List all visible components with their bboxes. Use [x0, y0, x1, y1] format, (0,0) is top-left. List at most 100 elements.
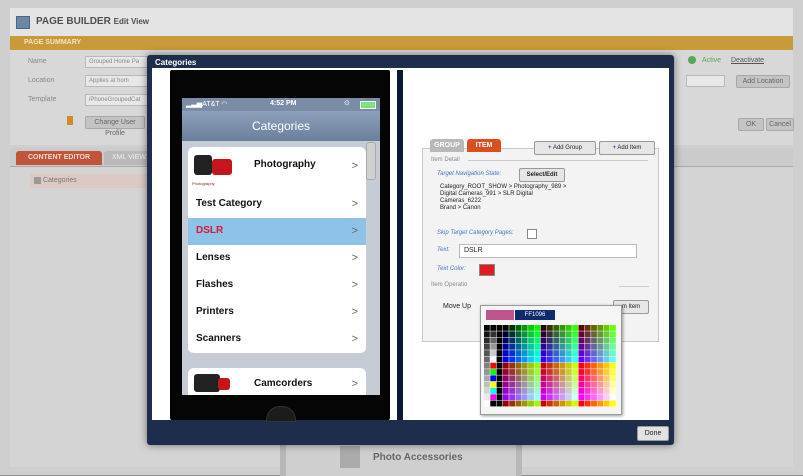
color-swatch-cell[interactable] — [502, 337, 509, 344]
ok-button[interactable]: OK — [738, 118, 764, 131]
color-swatch-cell[interactable] — [534, 356, 541, 363]
color-swatch-cell[interactable] — [547, 369, 553, 375]
color-swatch-cell[interactable] — [547, 337, 553, 344]
color-swatch-cell[interactable] — [540, 362, 547, 369]
color-swatch-cell[interactable] — [591, 362, 597, 369]
color-swatch-cell[interactable] — [509, 369, 515, 375]
color-swatch-cell[interactable] — [484, 400, 490, 407]
color-swatch-cell[interactable] — [509, 325, 515, 331]
color-swatch-cell[interactable] — [597, 369, 604, 375]
color-swatch-cell[interactable] — [553, 362, 560, 369]
location-extra-field[interactable] — [686, 75, 725, 87]
list-item-scanners[interactable]: Scanners > — [188, 326, 366, 354]
color-swatch-cell[interactable] — [603, 369, 610, 375]
color-swatch-cell[interactable] — [559, 394, 566, 401]
color-swatch-cell[interactable] — [603, 356, 610, 363]
color-swatch-cell[interactable] — [572, 369, 578, 375]
color-swatch-cell[interactable] — [591, 394, 597, 401]
color-swatch-cell[interactable] — [521, 356, 528, 363]
color-swatch-cell[interactable] — [484, 369, 490, 375]
color-swatch-cell[interactable] — [540, 388, 547, 394]
color-swatch-cell[interactable] — [572, 381, 578, 388]
color-swatch-cell[interactable] — [484, 337, 490, 344]
color-swatch-cell[interactable] — [578, 369, 585, 375]
color-swatch-cell[interactable] — [540, 400, 547, 407]
color-swatch-cell[interactable] — [509, 337, 515, 344]
color-swatch-cell[interactable] — [572, 388, 578, 394]
color-swatch-cell[interactable] — [484, 343, 490, 350]
list-item-test-category[interactable]: Test Category > — [188, 191, 366, 219]
color-swatch-cell[interactable] — [547, 381, 553, 388]
color-swatch-cell[interactable] — [534, 343, 541, 350]
color-swatch-cell[interactable] — [521, 350, 528, 356]
color-swatch-cell[interactable] — [578, 394, 585, 401]
name-field[interactable]: Grouped Home Pa — [85, 56, 152, 68]
color-swatch-cell[interactable] — [509, 375, 515, 382]
color-swatch-cell[interactable] — [553, 381, 560, 388]
color-swatch-cell[interactable] — [572, 337, 578, 344]
color-swatch-cell[interactable] — [540, 356, 547, 363]
color-swatch-cell[interactable] — [534, 362, 541, 369]
color-swatch-cell[interactable] — [603, 350, 610, 356]
list-item-printers[interactable]: Printers > — [188, 299, 366, 327]
color-swatch-cell[interactable] — [502, 369, 509, 375]
color-swatch-cell[interactable] — [534, 381, 541, 388]
color-swatch-cell[interactable] — [496, 325, 503, 331]
color-swatch-cell[interactable] — [578, 388, 585, 394]
color-swatch-cell[interactable] — [484, 394, 490, 401]
color-swatch-cell[interactable] — [534, 369, 541, 375]
color-swatch-cell[interactable] — [496, 394, 503, 401]
color-swatch-cell[interactable] — [528, 394, 534, 401]
color-swatch-cell[interactable] — [597, 343, 604, 350]
color-swatch-cell[interactable] — [502, 343, 509, 350]
color-swatch-cell[interactable] — [597, 375, 604, 382]
color-swatch-cell[interactable] — [584, 362, 591, 369]
color-swatch-cell[interactable] — [565, 375, 572, 382]
color-swatch-cell[interactable] — [484, 375, 490, 382]
color-swatch-cell[interactable] — [553, 394, 560, 401]
color-swatch-cell[interactable] — [610, 331, 616, 338]
color-swatch-cell[interactable] — [502, 400, 509, 407]
color-swatch-cell[interactable] — [490, 325, 497, 331]
color-swatch-cell[interactable] — [591, 325, 597, 331]
deactivate-link[interactable]: Deactivate — [731, 57, 764, 64]
color-swatch-cell[interactable] — [484, 388, 490, 394]
color-swatch-cell[interactable] — [572, 331, 578, 338]
color-swatch-cell[interactable] — [509, 381, 515, 388]
color-swatch-cell[interactable] — [502, 388, 509, 394]
color-swatch-cell[interactable] — [490, 331, 497, 338]
change-user-profile-button[interactable]: Change User Profile — [85, 116, 145, 137]
list-item-dslr[interactable]: DSLR > — [188, 218, 366, 246]
color-swatch-cell[interactable] — [490, 350, 497, 356]
color-swatch-cell[interactable] — [565, 343, 572, 350]
color-swatch-cell[interactable] — [547, 356, 553, 363]
move-up-button[interactable]: Move Up — [443, 303, 471, 310]
color-swatch-cell[interactable] — [540, 325, 547, 331]
color-swatch-cell[interactable] — [490, 388, 497, 394]
color-swatch-cell[interactable] — [509, 388, 515, 394]
color-swatch-cell[interactable] — [603, 394, 610, 401]
list-item-flashes[interactable]: Flashes > — [188, 272, 366, 300]
color-swatch-cell[interactable] — [540, 343, 547, 350]
color-swatch-cell[interactable] — [484, 331, 490, 338]
color-swatch-cell[interactable] — [584, 337, 591, 344]
color-swatch-cell[interactable] — [610, 350, 616, 356]
color-swatch-cell[interactable] — [521, 400, 528, 407]
color-swatch-cell[interactable] — [502, 394, 509, 401]
color-swatch-cell[interactable] — [515, 362, 522, 369]
color-swatch-cell[interactable] — [547, 388, 553, 394]
list-item-camcorders[interactable]: Camcorders > — [188, 368, 366, 395]
color-swatch-cell[interactable] — [553, 356, 560, 363]
color-swatch-cell[interactable] — [572, 325, 578, 331]
color-swatch-cell[interactable] — [484, 350, 490, 356]
color-swatch-cell[interactable] — [496, 343, 503, 350]
color-swatch-cell[interactable] — [610, 375, 616, 382]
color-swatch-cell[interactable] — [584, 381, 591, 388]
color-swatch-cell[interactable] — [565, 331, 572, 338]
color-swatch-cell[interactable] — [509, 343, 515, 350]
color-swatch-cell[interactable] — [603, 331, 610, 338]
color-swatch-cell[interactable] — [559, 381, 566, 388]
color-swatch-cell[interactable] — [591, 369, 597, 375]
color-swatch-cell[interactable] — [597, 400, 604, 407]
color-swatch-cell[interactable] — [565, 356, 572, 363]
